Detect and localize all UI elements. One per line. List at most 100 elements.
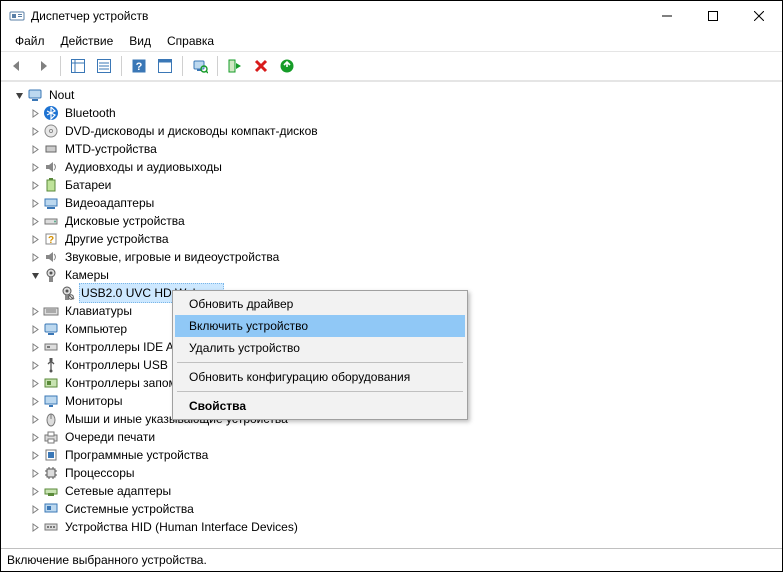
tree-label: DVD-дисководы и дисководы компакт-дисков [63, 122, 320, 140]
chevron-right-icon[interactable] [29, 197, 41, 209]
keyboard-icon [43, 303, 59, 319]
menu-help[interactable]: Справка [159, 32, 222, 50]
chevron-right-icon[interactable] [29, 521, 41, 533]
tree-item-battery[interactable]: Батареи [9, 176, 782, 194]
chevron-right-icon[interactable] [29, 431, 41, 443]
menu-file[interactable]: Файл [7, 32, 53, 50]
menu-action[interactable]: Действие [53, 32, 122, 50]
monitor-icon [43, 393, 59, 409]
tree-item-software-devices[interactable]: Программные устройства [9, 446, 782, 464]
chevron-right-icon[interactable] [29, 215, 41, 227]
mouse-icon [43, 411, 59, 427]
toolbar-separator [182, 56, 183, 76]
tree-item-sound[interactable]: Звуковые, игровые и видеоустройства [9, 248, 782, 266]
maximize-button[interactable] [690, 1, 736, 31]
computer-icon [27, 87, 43, 103]
tree-label: Очереди печати [63, 428, 157, 446]
window-title: Диспетчер устройств [31, 9, 148, 23]
svg-text:?: ? [136, 61, 143, 73]
printer-icon [43, 429, 59, 445]
toolbar-back-button[interactable] [5, 54, 29, 78]
chip-icon [43, 141, 59, 157]
chevron-right-icon[interactable] [29, 449, 41, 461]
toolbar-scan-button[interactable] [188, 54, 212, 78]
chevron-right-icon[interactable] [29, 413, 41, 425]
chevron-right-icon[interactable] [29, 359, 41, 371]
tree-item-system[interactable]: Системные устройства [9, 500, 782, 518]
toolbar-properties-button[interactable] [92, 54, 116, 78]
tree-label: Батареи [63, 176, 113, 194]
camera-icon [43, 267, 59, 283]
battery-icon [43, 177, 59, 193]
tree-item-other[interactable]: ? Другие устройства [9, 230, 782, 248]
toolbar-console-button[interactable] [153, 54, 177, 78]
chevron-right-icon[interactable] [29, 251, 41, 263]
tree-item-bluetooth[interactable]: Bluetooth [9, 104, 782, 122]
toolbar-help-button[interactable]: ? [127, 54, 151, 78]
speaker-icon [43, 159, 59, 175]
chevron-right-icon[interactable] [29, 161, 41, 173]
tree-root[interactable]: Nout [9, 86, 782, 104]
tree-item-processors[interactable]: Процессоры [9, 464, 782, 482]
tree-item-video[interactable]: Видеоадаптеры [9, 194, 782, 212]
software-icon [43, 447, 59, 463]
chevron-right-icon[interactable] [29, 485, 41, 497]
svg-text:?: ? [48, 235, 54, 246]
tree-item-hid[interactable]: Устройства HID (Human Interface Devices) [9, 518, 782, 536]
tree-item-dvd[interactable]: DVD-дисководы и дисководы компакт-дисков [9, 122, 782, 140]
tree-label: Компьютер [63, 320, 129, 338]
camera-icon [59, 285, 75, 301]
tree-item-print-queues[interactable]: Очереди печати [9, 428, 782, 446]
tree-label: Процессоры [63, 464, 137, 482]
chevron-down-icon[interactable] [29, 269, 41, 281]
close-button[interactable] [736, 1, 782, 31]
context-update-config[interactable]: Обновить конфигурацию оборудования [175, 366, 465, 388]
chevron-right-icon[interactable] [29, 341, 41, 353]
tree-label: Аудиовходы и аудиовыходы [63, 158, 224, 176]
chevron-right-icon[interactable] [29, 503, 41, 515]
menu-view[interactable]: Вид [121, 32, 159, 50]
toolbar-separator [217, 56, 218, 76]
context-update-driver[interactable]: Обновить драйвер [175, 293, 465, 315]
tree-item-cameras[interactable]: Камеры [9, 266, 782, 284]
context-delete-device[interactable]: Удалить устройство [175, 337, 465, 359]
tree-label: Контроллеры USB [63, 356, 170, 374]
menubar: Файл Действие Вид Справка [1, 31, 782, 51]
chevron-right-icon[interactable] [29, 125, 41, 137]
chevron-right-icon[interactable] [29, 107, 41, 119]
tree-item-network[interactable]: Сетевые адаптеры [9, 482, 782, 500]
chevron-right-icon[interactable] [29, 395, 41, 407]
chevron-right-icon[interactable] [29, 323, 41, 335]
bluetooth-icon [43, 105, 59, 121]
chevron-right-icon[interactable] [29, 305, 41, 317]
toolbar-uninstall-button[interactable] [249, 54, 273, 78]
tree-item-disk[interactable]: Дисковые устройства [9, 212, 782, 230]
chevron-right-icon[interactable] [29, 467, 41, 479]
context-properties[interactable]: Свойства [175, 395, 465, 417]
chevron-down-icon[interactable] [13, 89, 25, 101]
status-text: Включение выбранного устройства. [7, 553, 207, 567]
tree-label: Bluetooth [63, 104, 118, 122]
speaker-icon [43, 249, 59, 265]
tree-label: Звуковые, игровые и видеоустройства [63, 248, 281, 266]
chevron-right-icon[interactable] [29, 179, 41, 191]
disc-icon [43, 123, 59, 139]
toolbar-show-hidden-button[interactable] [66, 54, 90, 78]
toolbar-update-button[interactable] [275, 54, 299, 78]
tree-item-mtd[interactable]: MTD-устройства [9, 140, 782, 158]
no-expander [45, 287, 57, 299]
chevron-right-icon[interactable] [29, 143, 41, 155]
minimize-button[interactable] [644, 1, 690, 31]
tree-label: Камеры [63, 266, 111, 284]
context-separator [177, 391, 463, 392]
tree-item-audio[interactable]: Аудиовходы и аудиовыходы [9, 158, 782, 176]
toolbar-forward-button[interactable] [31, 54, 55, 78]
tree-label: Системные устройства [63, 500, 196, 518]
toolbar-enable-button[interactable] [223, 54, 247, 78]
app-icon [9, 8, 25, 24]
context-enable-device[interactable]: Включить устройство [175, 315, 465, 337]
chevron-right-icon[interactable] [29, 377, 41, 389]
network-icon [43, 483, 59, 499]
controller-icon [43, 375, 59, 391]
chevron-right-icon[interactable] [29, 233, 41, 245]
